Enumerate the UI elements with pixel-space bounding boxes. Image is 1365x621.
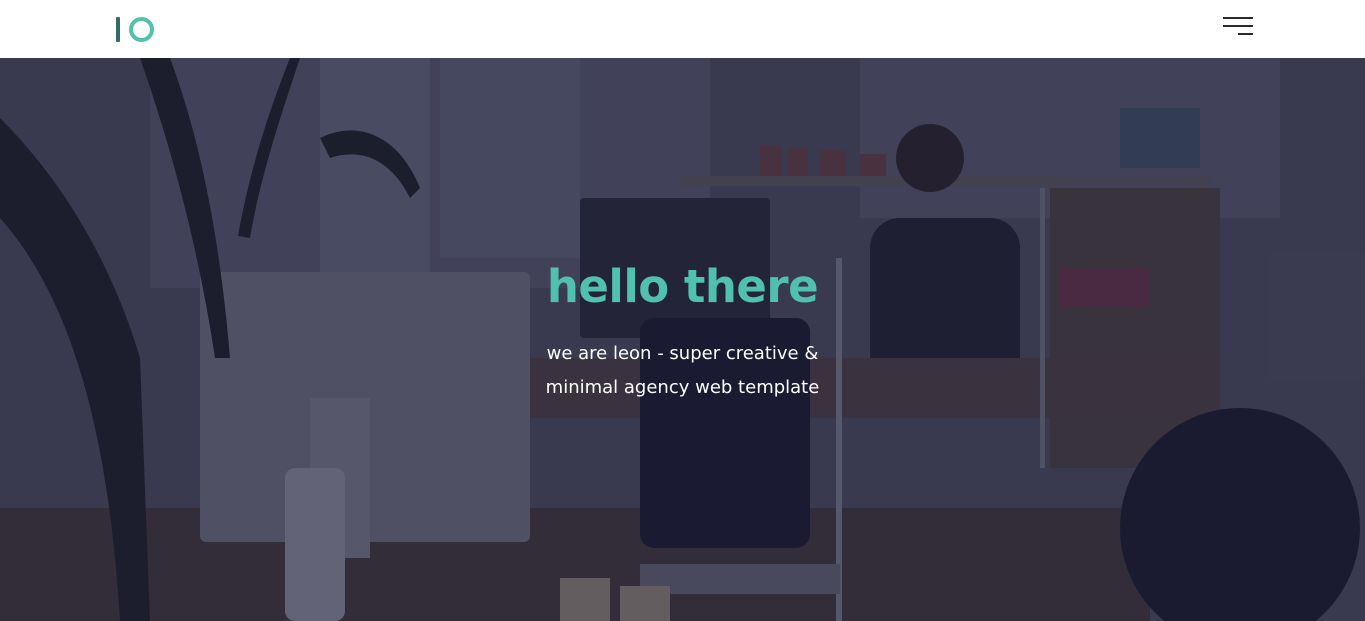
logo-bar	[116, 17, 120, 42]
hero-content: hello there we are leon - super creative…	[0, 58, 1365, 621]
menu-line-top	[1223, 17, 1253, 19]
hero-title: hello there	[546, 260, 819, 313]
hero-subtitle-line-1: we are leon - super creative &	[546, 343, 819, 364]
menu-line-bottom	[1238, 33, 1253, 35]
logo-icon[interactable]	[115, 15, 155, 43]
site-header	[0, 0, 1365, 58]
logo-ring	[129, 17, 154, 42]
hero-subtitle-line-2: minimal agency web template	[545, 377, 820, 398]
hero-section: hello there we are leon - super creative…	[0, 58, 1365, 621]
hamburger-menu-icon[interactable]	[1221, 14, 1255, 40]
menu-line-middle	[1223, 25, 1253, 27]
